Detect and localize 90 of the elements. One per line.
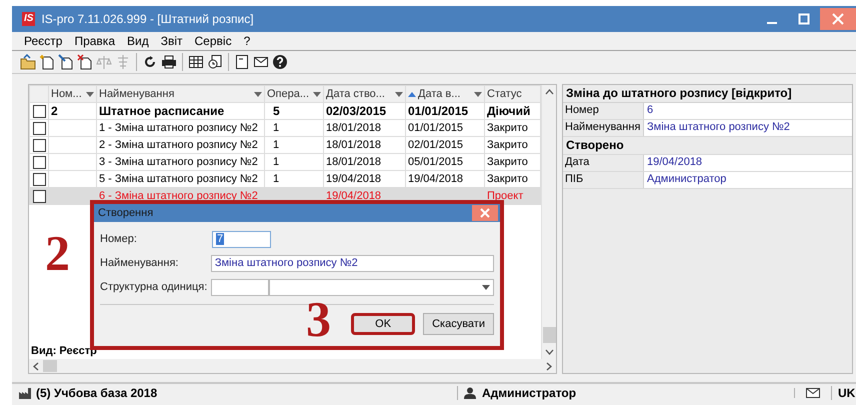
dropdown-icon — [474, 92, 482, 96]
window-title: IS-pro 7.11.026.999 - [Штатний розпис] — [41, 12, 255, 26]
refresh-icon[interactable] — [142, 54, 158, 70]
menu-item[interactable]: ? — [240, 34, 254, 48]
table-cell: Штатное расписание — [96, 102, 264, 120]
app-logo: IS — [22, 12, 36, 26]
user-icon — [464, 387, 476, 399]
menu-item[interactable]: Вид — [123, 34, 153, 48]
user-name: Администратор — [482, 386, 576, 400]
menu-item[interactable]: Правка — [70, 34, 119, 48]
language-indicator[interactable]: UK — [831, 386, 856, 400]
menu-item[interactable]: Сервіс — [190, 34, 236, 48]
scrollbar-thumb[interactable] — [542, 327, 556, 343]
database-name: (5) Учбова база 2018 — [36, 386, 158, 400]
checkbox[interactable] — [32, 172, 46, 186]
dropdown-icon — [313, 92, 321, 96]
close-icon — [832, 13, 844, 25]
field-value: Зміна штатного розпису №2 — [644, 120, 852, 136]
table-cell: 18/01/2018 — [324, 154, 406, 170]
field-value: 6 — [644, 103, 852, 119]
folder-icon[interactable] — [20, 54, 36, 70]
scroll-left-icon[interactable] — [33, 362, 39, 370]
form-icon[interactable] — [234, 54, 250, 70]
new-document-icon[interactable] — [39, 54, 55, 70]
dropdown-field[interactable] — [269, 278, 494, 296]
table-cell: 18/01/2018 — [324, 136, 406, 154]
table-cell: 02/03/2015 — [324, 102, 406, 120]
table-cell: 01/01/2015 — [406, 120, 484, 136]
dropdown-icon — [254, 92, 262, 96]
table-cell: 05/01/2015 — [406, 154, 484, 170]
table-cell: 02/01/2015 — [406, 136, 484, 154]
table-cell: 1 — [264, 120, 324, 136]
table-cell: 2 - Зміна штатного розпису №2 — [96, 136, 264, 154]
scrollbar-thumb[interactable] — [43, 360, 57, 372]
printer-icon[interactable] — [161, 54, 177, 70]
dialog-title: Створення — [98, 207, 154, 219]
menu-item[interactable]: Реєстр — [20, 34, 66, 48]
dropdown-icon — [86, 92, 94, 96]
step-number: 3 — [306, 294, 331, 344]
checkbox[interactable] — [32, 138, 46, 152]
input-field[interactable]: 7 — [212, 230, 271, 248]
column-header[interactable]: Дата в... — [406, 86, 484, 102]
checkbox[interactable] — [32, 190, 46, 202]
close-icon — [480, 208, 490, 218]
checkbox[interactable] — [32, 104, 46, 118]
input-field[interactable]: Зміна штатного розпису №2 — [210, 254, 494, 272]
column-header[interactable]: Дата ство... — [324, 86, 406, 102]
horizontal-scrollbar[interactable] — [29, 359, 556, 373]
mail-icon[interactable] — [253, 54, 269, 70]
column-header[interactable]: Найменування — [96, 86, 264, 102]
table-cell: 1 - Зміна штатного розпису №2 — [96, 120, 264, 136]
table-cell: 1 — [264, 154, 324, 170]
table-cell: 01/01/2015 — [406, 102, 484, 120]
scroll-up-icon[interactable] — [544, 89, 554, 95]
column-header[interactable]: Опера... — [264, 86, 324, 102]
mail-icon[interactable] — [806, 388, 820, 398]
help-icon[interactable] — [272, 54, 288, 70]
column-header[interactable]: Ном... — [48, 86, 96, 102]
dropdown-icon — [482, 284, 490, 290]
column-header[interactable]: Статус — [484, 86, 540, 102]
minimize-icon — [767, 22, 777, 24]
field-label: Номер: — [100, 233, 138, 245]
field-label: Найменування: — [100, 257, 180, 269]
table-cell: 3 - Зміна штатного розпису №2 — [96, 154, 264, 170]
step-number: 2 — [45, 228, 70, 278]
scroll-down-icon[interactable] — [544, 349, 554, 355]
table-cell: 18/01/2018 — [324, 120, 406, 136]
checkbox[interactable] — [32, 156, 46, 168]
table-cell: 1 — [264, 136, 324, 154]
scroll-right-icon[interactable] — [546, 362, 552, 370]
table-icon[interactable] — [188, 54, 204, 70]
table-cell: 2 — [48, 102, 96, 120]
field-value: 19/04/2018 — [644, 155, 852, 171]
dialog-button[interactable]: OK — [351, 313, 416, 335]
close-button[interactable] — [820, 8, 856, 30]
delete-document-icon[interactable] — [77, 54, 93, 70]
menu-item[interactable]: Звіт — [156, 34, 187, 48]
checkbox[interactable] — [32, 122, 46, 134]
field-value: Администратор — [644, 172, 852, 188]
dialog-button[interactable]: Скасувати — [423, 313, 494, 335]
input-field[interactable] — [210, 278, 270, 296]
factory-icon — [18, 387, 32, 399]
clock-icon[interactable] — [207, 54, 223, 70]
edit-document-icon[interactable] — [58, 54, 74, 70]
dropdown-icon — [395, 92, 403, 96]
field-label: Структурна одиниця: — [100, 281, 208, 293]
vertical-scrollbar[interactable] — [541, 85, 556, 359]
table-cell: 5 — [264, 102, 324, 120]
close-button[interactable] — [472, 205, 498, 221]
maximize-icon — [798, 13, 810, 25]
